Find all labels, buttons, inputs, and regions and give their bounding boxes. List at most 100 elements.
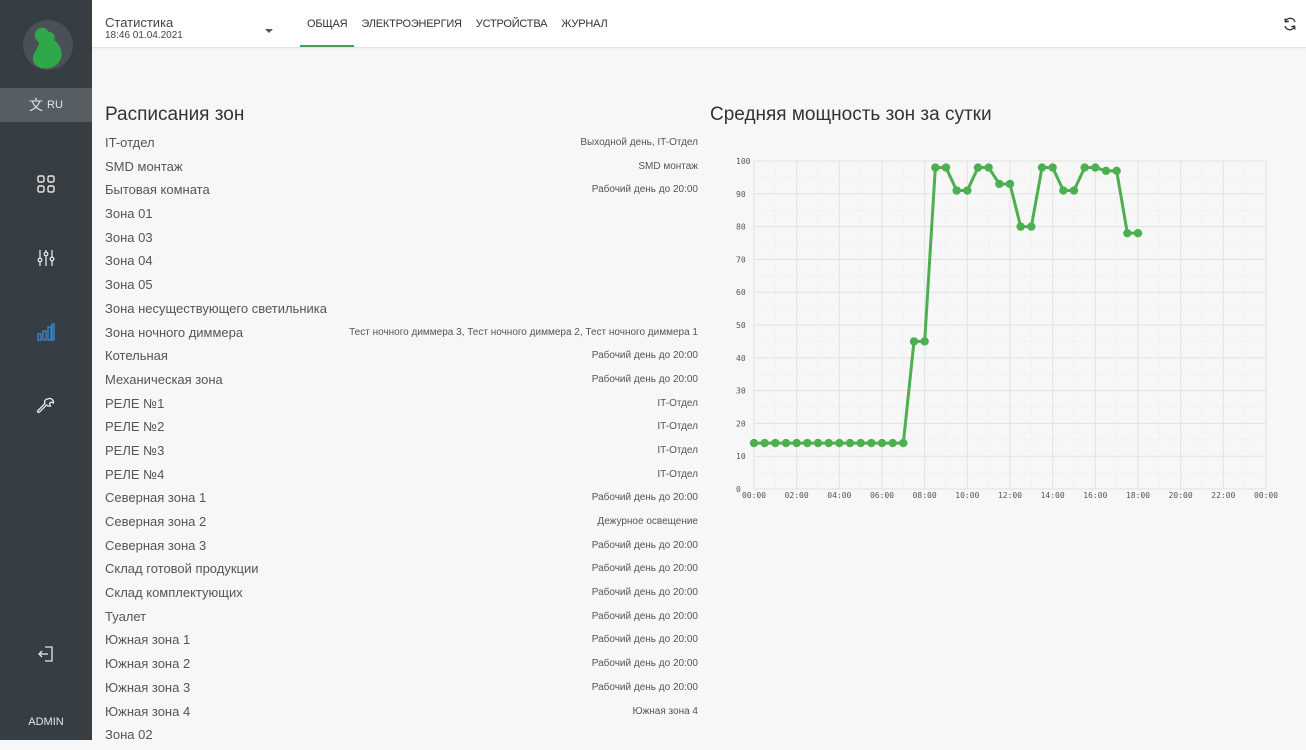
zone-name: Зона 03 <box>105 229 153 245</box>
data-point <box>1005 179 1015 189</box>
refresh-button[interactable] <box>1282 16 1298 32</box>
logout-button[interactable] <box>0 634 92 674</box>
zone-schedule: SMD монтаж <box>638 160 698 172</box>
tab-general[interactable]: ОБЩАЯ <box>300 0 355 47</box>
list-item[interactable]: РЕЛЕ №1 IT-Отдел <box>105 395 698 419</box>
list-item[interactable]: Туалет Рабочий день до 20:00 <box>105 608 698 632</box>
x-tick-label: 02:00 <box>785 491 809 500</box>
data-point <box>1101 166 1111 176</box>
zone-name: Южная зона 1 <box>105 632 191 648</box>
zone-schedule: IT-Отдел <box>657 444 698 456</box>
list-item[interactable]: SMD монтаж SMD монтаж <box>105 158 698 182</box>
data-point <box>856 438 865 448</box>
list-item[interactable]: Зона 04 <box>105 252 698 276</box>
data-point <box>813 438 823 448</box>
list-item[interactable]: Котельная Рабочий день до 20:00 <box>105 347 698 371</box>
zone-schedule: Рабочий день до 20:00 <box>591 539 698 551</box>
zone-schedule: Рабочий день до 20:00 <box>591 492 698 504</box>
zone-schedule: Рабочий день до 20:00 <box>591 587 698 599</box>
zone-name: Северная зона 2 <box>105 514 207 529</box>
list-item[interactable]: Южная зона 2 Рабочий день до 20:00 <box>105 655 698 679</box>
list-item[interactable]: Механическая зона Рабочий день до 20:00 <box>105 371 698 395</box>
y-tick-label: 50 <box>736 321 746 330</box>
sidebar-item-dashboard[interactable] <box>0 164 92 204</box>
zone-name: Туалет <box>105 608 147 624</box>
statistics-icon <box>37 323 55 341</box>
y-tick-label: 10 <box>736 452 746 461</box>
data-point <box>824 438 833 448</box>
sidebar-item-settings[interactable] <box>0 238 92 278</box>
list-item[interactable]: Зона ночного диммера Тест ночного диммера… <box>105 324 698 348</box>
zone-name: РЕЛЕ №1 <box>105 395 165 411</box>
data-point <box>803 438 812 448</box>
dashboard-icon <box>37 175 55 193</box>
list-item[interactable]: Северная зона 3 Рабочий день до 20:00 <box>105 537 698 561</box>
data-point <box>909 337 919 346</box>
list-item[interactable]: Северная зона 2 Дежурное освещение <box>105 513 698 537</box>
y-tick-label: 20 <box>736 419 746 428</box>
list-item[interactable]: Зона несуществующего светильника <box>105 300 698 324</box>
zone-name: Котельная <box>105 348 168 364</box>
data-point <box>1069 186 1079 195</box>
y-tick-label: 90 <box>736 190 746 199</box>
zone-schedule: Рабочий день до 20:00 <box>591 634 698 646</box>
data-point <box>1080 163 1089 172</box>
zone-schedule: Выходной день, IT-Отдел <box>580 137 698 148</box>
data-point <box>749 438 759 448</box>
sidebar-item-tools[interactable] <box>0 386 92 426</box>
list-item[interactable]: Южная зона 3 Рабочий день до 20:00 <box>105 679 698 703</box>
zone-schedule: IT-Отдел <box>657 421 698 433</box>
y-tick-label: 40 <box>736 354 746 363</box>
list-item[interactable]: РЕЛЕ №4 IT-Отдел <box>105 466 698 490</box>
page-selector[interactable]: Статистика 18:46 01.04.2021 <box>105 5 275 43</box>
list-item[interactable]: РЕЛЕ №3 IT-Отдел <box>105 442 698 466</box>
zone-name: Бытовая комната <box>105 182 210 198</box>
sliders-icon <box>37 250 55 266</box>
zone-name: Механическая зона <box>105 371 223 387</box>
list-item[interactable]: Бытовая комната Рабочий день до 20:00 <box>105 181 698 205</box>
tab-journal[interactable]: ЖУРНАЛ <box>554 0 614 47</box>
data-point <box>1123 228 1132 238</box>
schedules-title: Расписания зон <box>105 104 245 125</box>
zone-schedule: Рабочий день до 20:00 <box>591 350 698 362</box>
zone-name: Склад готовой продукции <box>105 561 259 577</box>
list-item[interactable]: Южная зона 4 Южная зона 4 <box>105 703 698 727</box>
list-item[interactable]: Зона 05 <box>105 276 698 300</box>
chart-title: Средняя мощность зон за сутки <box>710 104 992 125</box>
data-point <box>995 179 1004 189</box>
tab-bar: ОБЩАЯ ЭЛЕКТРОЭНЕРГИЯ УСТРОЙСТВА ЖУРНАЛ <box>300 0 615 47</box>
y-tick-label: 30 <box>736 387 746 396</box>
list-item[interactable]: Зона 03 <box>105 229 698 253</box>
tab-devices[interactable]: УСТРОЙСТВА <box>469 0 554 47</box>
list-item[interactable]: Южная зона 1 Рабочий день до 20:00 <box>105 631 698 655</box>
list-item[interactable]: IT-отдел Выходной день, IT-Отдел <box>105 134 698 158</box>
sidebar-item-statistics[interactable] <box>0 312 92 352</box>
data-point <box>899 438 908 448</box>
list-item[interactable]: Зона 01 <box>105 205 698 229</box>
data-point <box>1112 166 1121 176</box>
zone-name: Северная зона 3 <box>105 537 207 553</box>
list-item[interactable]: Северная зона 1 Рабочий день до 20:00 <box>105 489 698 513</box>
data-point <box>931 163 940 172</box>
list-item[interactable]: РЕЛЕ №2 IT-Отдел <box>105 418 698 442</box>
zone-name: Северная зона 1 <box>105 490 207 506</box>
x-tick-label: 12:00 <box>998 491 1022 500</box>
zone-schedule: IT-Отдел <box>657 397 698 409</box>
language-switch[interactable]: 文 RU <box>0 88 92 122</box>
x-tick-label: 04:00 <box>827 491 851 500</box>
zone-name: SMD монтаж <box>105 158 183 174</box>
tab-electricity[interactable]: ЭЛЕКТРОЭНЕРГИЯ <box>354 0 468 47</box>
logout-icon <box>38 646 53 662</box>
data-point <box>941 163 951 172</box>
translate-icon: 文 <box>29 97 44 113</box>
data-point <box>1037 163 1047 172</box>
list-item[interactable]: Зона 02 <box>105 726 698 750</box>
list-item[interactable]: Склад готовой продукции Рабочий день до 2… <box>105 560 698 584</box>
x-tick-label: 18:00 <box>1126 491 1150 500</box>
zone-schedule: Дежурное освещение <box>597 516 698 527</box>
zone-schedule: Южная зона 4 <box>632 705 698 717</box>
list-item[interactable]: Склад комплектующих Рабочий день до 20:00 <box>105 584 698 608</box>
x-tick-label: 06:00 <box>870 491 894 500</box>
zone-schedule: Рабочий день до 20:00 <box>591 373 698 385</box>
data-point <box>952 186 961 195</box>
